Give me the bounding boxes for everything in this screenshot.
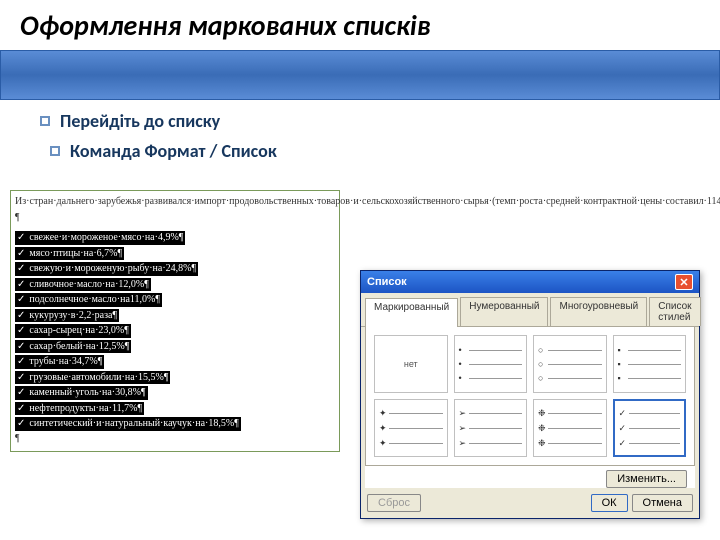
dialog-footer: Сброс ОК Отмена: [361, 488, 699, 518]
dialog-tabs: Маркированный Нумерованный Многоуровневы…: [361, 293, 699, 327]
marker-icon: ✓: [619, 423, 629, 434]
bullet-marker-icon: [40, 116, 50, 126]
marker-icon: ❉: [538, 438, 548, 449]
reset-button[interactable]: Сброс: [367, 494, 421, 512]
marker-icon: ○: [538, 359, 548, 369]
bullet-item-1: Перейдіть до списку: [40, 110, 680, 132]
marker-icon: ✦: [379, 423, 389, 434]
ok-button[interactable]: ОК: [591, 494, 628, 512]
bullet-marker-icon: [50, 146, 60, 156]
list-item: каменный·уголь·на·30,8%: [15, 386, 148, 400]
tab-bulleted[interactable]: Маркированный: [365, 298, 458, 327]
preview-bullet-check[interactable]: ✓ ✓ ✓: [613, 399, 687, 457]
bullet-item-2: Команда Формат / Список: [50, 140, 680, 162]
tab-styles[interactable]: Список стилей: [649, 297, 700, 326]
list-item: сахар-сырец·на·23,0%: [15, 324, 131, 338]
dialog-titlebar[interactable]: Список ✕: [361, 271, 699, 293]
list-item: нефтепродукты·на·11,7%: [15, 402, 144, 416]
marker-icon: ○: [538, 373, 548, 383]
marker-icon: •: [459, 359, 469, 369]
list-item: трубы·на·34,7%: [15, 355, 104, 369]
marker-icon: ➢: [459, 438, 469, 449]
slide-title: Оформлення маркованих списків: [20, 8, 431, 43]
list-item: свежую·и·мороженую·рыбу·на·24,8%: [15, 262, 198, 276]
list-dialog: Список ✕ Маркированный Нумерованный Мног…: [360, 270, 700, 519]
marker-icon: ❉: [538, 408, 548, 419]
preview-grid: нет • • • ○ ○ ○ ▪ ▪ ▪ ✦ ✦ ✦ ➢: [374, 335, 686, 457]
modify-row: Изменить...: [365, 466, 695, 488]
tab-numbered[interactable]: Нумерованный: [460, 297, 548, 326]
close-icon[interactable]: ✕: [675, 274, 693, 290]
paragraph-text: Из·стран·дальнего·зарубежья·развивался·и…: [15, 195, 335, 209]
list-item: кукурузу·в·2,2·раза: [15, 309, 119, 323]
marker-icon: ○: [538, 345, 548, 355]
cancel-button[interactable]: Отмена: [632, 494, 693, 512]
list-item: сливочное·масло·на·12,0%: [15, 278, 151, 292]
list-item: сахар·белый·на·12,5%: [15, 340, 131, 354]
preview-bullet-square[interactable]: ▪ ▪ ▪: [613, 335, 687, 393]
tab-multilevel[interactable]: Многоуровневый: [550, 297, 647, 326]
list-item: свежее·и·мороженое·мясо·на·4,9%: [15, 231, 185, 245]
document-sample: Из·стран·дальнего·зарубежья·развивался·и…: [10, 190, 340, 452]
marker-icon: •: [459, 345, 469, 355]
marker-icon: ➢: [459, 423, 469, 434]
preview-bullet-circle[interactable]: ○ ○ ○: [533, 335, 607, 393]
slide-content: Перейдіть до списку Команда Формат / Спи…: [40, 110, 680, 170]
marker-icon: ❉: [538, 423, 548, 434]
marker-icon: ▪: [618, 345, 628, 355]
preview-bullet-disc[interactable]: • • •: [454, 335, 528, 393]
preview-bullet-arrow[interactable]: ➢ ➢ ➢: [454, 399, 528, 457]
preview-bullet-diamond[interactable]: ✦ ✦ ✦: [374, 399, 448, 457]
marker-icon: ✓: [619, 408, 629, 419]
paragraph-mark: ¶: [15, 211, 335, 225]
marker-icon: ✓: [619, 438, 629, 449]
preview-none[interactable]: нет: [374, 335, 448, 393]
marker-icon: ✦: [379, 408, 389, 419]
marker-icon: ✦: [379, 438, 389, 449]
marker-icon: •: [459, 373, 469, 383]
marker-icon: ▪: [618, 359, 628, 369]
marker-icon: ➢: [459, 408, 469, 419]
marker-icon: ▪: [618, 373, 628, 383]
list-item: подсолнечное·масло·на11,0%: [15, 293, 162, 307]
preview-bullet-flower[interactable]: ❉ ❉ ❉: [533, 399, 607, 457]
paragraph-mark: ¶: [15, 432, 335, 446]
list-item: грузовые·автомобили·на·15,5%: [15, 371, 170, 385]
list-item: мясо·птицы·на·6,7%: [15, 247, 124, 261]
bullet-text: Перейдіть до списку: [60, 110, 220, 132]
dialog-title: Список: [367, 276, 407, 288]
selected-list: свежее·и·мороженое·мясо·на·4,9% мясо·пти…: [15, 230, 335, 432]
tab-body: нет • • • ○ ○ ○ ▪ ▪ ▪ ✦ ✦ ✦ ➢: [365, 327, 695, 466]
list-item: синтетический·и·натуральный·каучук·на·18…: [15, 417, 241, 431]
header-bar: [0, 50, 720, 100]
bullet-text: Команда Формат / Список: [70, 140, 277, 162]
modify-button[interactable]: Изменить...: [606, 470, 687, 488]
